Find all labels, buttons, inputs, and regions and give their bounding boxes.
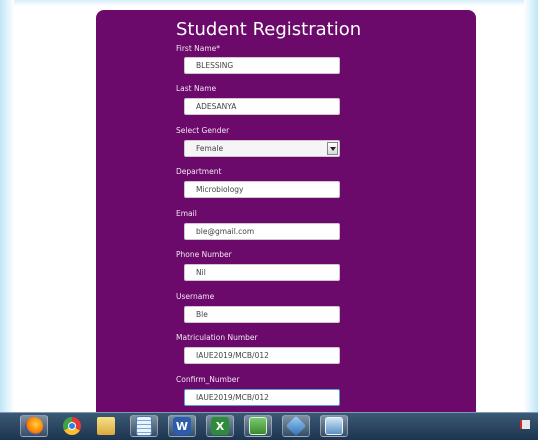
department-label: Department [176,167,222,176]
taskbar-virtualbox[interactable] [282,415,310,437]
excel-icon: X [211,417,229,435]
taskbar-project[interactable] [244,415,272,437]
last-name-input[interactable]: ADESANYA [184,98,340,115]
project-icon [249,417,267,435]
window-right-glow [524,0,538,412]
gender-label: Select Gender [176,126,230,135]
chrome-icon [63,417,81,435]
chevron-down-icon[interactable] [327,142,338,155]
email-label: Email [176,209,197,218]
file-explorer-icon [97,417,115,435]
department-input[interactable]: Microbiology [184,181,340,198]
phone-number-input[interactable]: Nil [184,264,340,281]
taskbar-excel[interactable]: X [206,415,234,437]
email-input[interactable]: ble@gmail.com [184,223,340,240]
taskbar-notepad[interactable] [130,415,158,437]
flag-icon[interactable] [520,420,532,432]
form-title: Student Registration [176,19,362,40]
taskbar-file-explorer[interactable] [92,415,120,437]
first-name-input[interactable]: BLESSING [184,57,340,74]
last-name-label: Last Name [176,84,217,93]
first-name-label: First Name* [176,44,221,53]
confirm-number-label: Confirm_Number [176,375,240,384]
taskbar-word[interactable]: W [168,415,196,437]
matriculation-number-label: Matriculation Number [176,333,258,342]
taskbar-chrome[interactable] [58,415,86,437]
registration-card: Student Registration First Name* BLESSIN… [96,10,476,412]
taskbar-firefox[interactable] [20,415,48,437]
word-icon: W [173,417,191,435]
window-left-glow [0,0,14,412]
gender-select-value: Female [196,144,224,153]
taskbar-screenshot[interactable] [320,415,348,437]
confirm-number-input[interactable]: IAUE2019/MCB/012 [184,389,340,406]
matriculation-number-input[interactable]: IAUE2019/MCB/012 [184,347,340,364]
username-label: Username [176,292,215,301]
phone-number-label: Phone Number [176,250,232,259]
screenshot-icon [325,417,343,435]
taskbar: W X [0,412,538,440]
window-top-glow [0,0,538,6]
gender-select[interactable]: Female [184,140,340,157]
username-input[interactable]: Ble [184,306,340,323]
virtualbox-icon [285,415,307,437]
notepad-icon [136,416,152,436]
firefox-icon [25,417,43,435]
